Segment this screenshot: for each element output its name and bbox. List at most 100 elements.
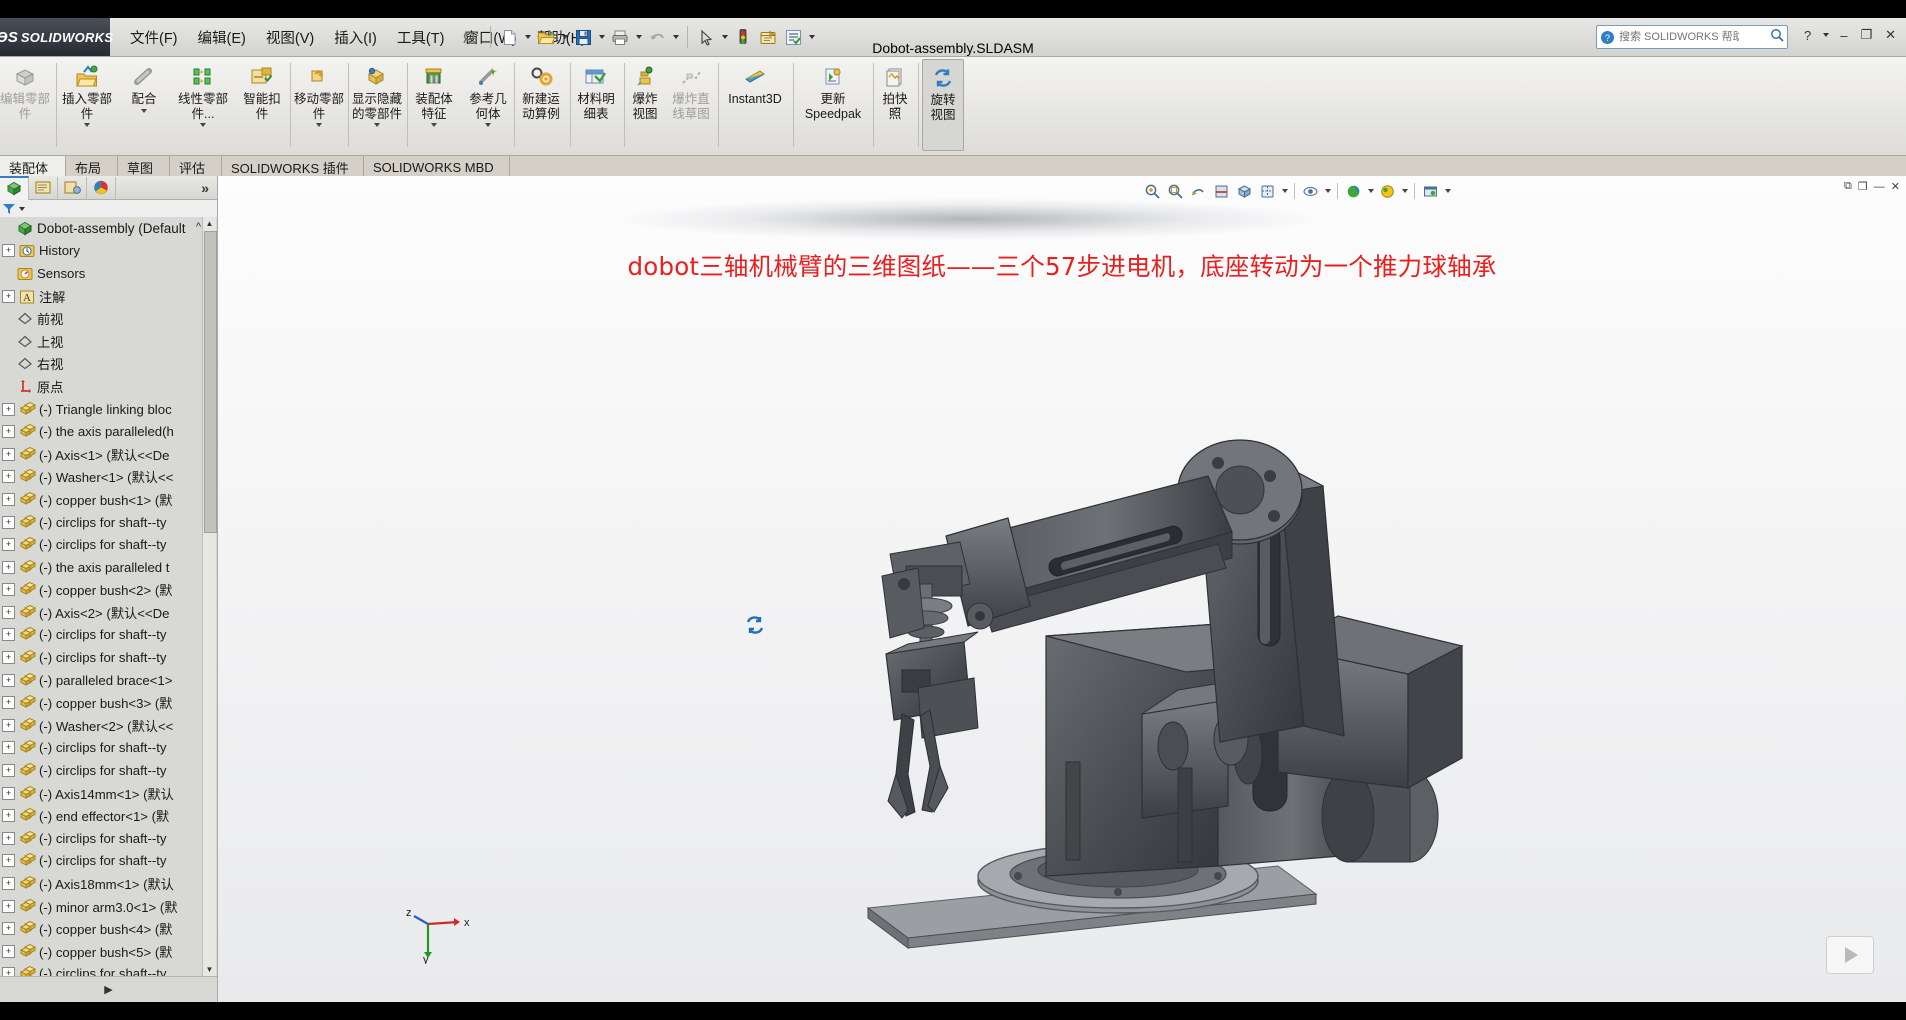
tree-expand-toggle[interactable]: + (2, 538, 15, 552)
tree-node[interactable]: + (-) circlips for shaft--ty (0, 759, 217, 782)
tree-node[interactable]: + (-) the axis paralleled t (0, 556, 217, 579)
tree-node[interactable]: + (-) circlips for shaft--ty (0, 533, 217, 556)
tree-node[interactable]: + (-) minor arm3.0<1> (默 (0, 895, 217, 918)
search-input[interactable] (1617, 30, 1741, 44)
chevron-down-icon[interactable] (431, 123, 437, 127)
tree-node[interactable]: + (-) circlips for shaft--ty (0, 511, 217, 534)
search-help-box[interactable]: ? (1596, 25, 1788, 49)
ribbon-new-motion-study[interactable]: 新建运动算例 (515, 59, 567, 151)
ribbon-bill-of-materials[interactable]: 材料明细表 (571, 59, 621, 151)
tree-scrollbar[interactable]: ▲ ▼ (202, 217, 217, 976)
feature-tree[interactable]: Dobot-assembly (Default + History Sensors + A… (0, 217, 217, 976)
tree-expand-toggle[interactable]: + (2, 764, 15, 778)
tree-node[interactable]: + A 注解 (0, 285, 217, 308)
ribbon-assembly-features[interactable]: 装配体特征 (408, 59, 460, 151)
tree-node[interactable]: + (-) Axis<1> (默认<<De (0, 443, 217, 466)
chevron-down-icon[interactable] (84, 123, 90, 127)
tree-node[interactable]: Sensors (0, 262, 217, 285)
tree-filter-bar[interactable] (0, 200, 217, 218)
tree-node[interactable]: + History (0, 240, 217, 263)
tree-node[interactable]: + (-) circlips for shaft--ty (0, 646, 217, 669)
dobot-assembly-model[interactable] (218, 176, 1906, 1002)
tree-node[interactable]: + (-) Axis<2> (默认<<De (0, 601, 217, 624)
chevron-down-icon[interactable] (316, 123, 322, 127)
tree-expand-toggle[interactable]: + (2, 470, 15, 484)
tree-horizontal-scrollbar[interactable]: ▶ (0, 976, 217, 1002)
chevron-down-icon[interactable] (200, 123, 206, 127)
chevron-down-icon[interactable] (485, 123, 491, 127)
tree-expand-toggle[interactable]: + (2, 289, 15, 303)
tree-expand-toggle[interactable]: + (2, 244, 15, 258)
chevron-down-icon[interactable] (141, 108, 147, 113)
tree-node[interactable]: + (-) copper bush<5> (默 (0, 940, 217, 963)
tree-node[interactable]: + (-) the axis paralleled(h (0, 420, 217, 443)
tree-node[interactable]: + (-) circlips for shaft--ty (0, 737, 217, 760)
filter-caret-icon[interactable] (19, 206, 25, 211)
tree-expand-toggle[interactable]: + (2, 899, 15, 913)
tree-node[interactable]: 前视 (0, 307, 217, 330)
ribbon-insert-component[interactable]: 插入零部件 (58, 59, 116, 151)
panel-more-tabs[interactable]: » (201, 180, 217, 196)
tree-expand-toggle[interactable]: + (2, 402, 15, 416)
tree-node[interactable]: + (-) copper bush<1> (默 (0, 488, 217, 511)
tree-expand-toggle[interactable]: + (2, 515, 15, 529)
tree-node[interactable]: + (-) copper bush<4> (默 (0, 917, 217, 940)
tree-expand-toggle[interactable]: + (2, 447, 15, 461)
ribbon-take-snapshot[interactable]: 拍快照 (874, 59, 916, 151)
ribbon-edit-component[interactable]: 编辑零部件 (0, 59, 56, 151)
tree-node[interactable]: + (-) Triangle linking bloc (0, 398, 217, 421)
tree-node[interactable]: Dobot-assembly (Default (0, 217, 217, 240)
help-caret[interactable] (1820, 23, 1831, 47)
tree-node[interactable]: + (-) end effector<1> (默 (0, 804, 217, 827)
tree-expand-toggle[interactable]: + (2, 831, 15, 845)
tree-expand-toggle[interactable]: + (2, 673, 15, 687)
tree-node[interactable]: + (-) copper bush<3> (默 (0, 691, 217, 714)
tree-node[interactable]: + (-) paralleled brace<1> (0, 669, 217, 692)
ribbon-mate[interactable]: 配合 (118, 59, 170, 151)
ribbon-update-speedpak[interactable]: 更新 Speedpak (794, 59, 872, 151)
tree-expand-toggle[interactable]: + (2, 809, 15, 823)
tree-node[interactable]: + (-) Axis18mm<1> (默认 (0, 872, 217, 895)
tree-expand-toggle[interactable]: + (2, 605, 15, 619)
tree-expand-toggle[interactable]: + (2, 944, 15, 958)
feature-manager-tab[interactable] (0, 175, 29, 200)
scroll-up-arrow[interactable]: ▲ (204, 218, 215, 229)
tree-expand-toggle[interactable]: + (2, 877, 15, 891)
ribbon-rotate-view[interactable]: 旋转视图 (922, 59, 964, 151)
property-manager-tab[interactable] (29, 176, 58, 199)
tab-sketch[interactable]: 草图 (118, 156, 170, 178)
tree-expand-toggle[interactable]: + (2, 628, 15, 642)
tree-node[interactable]: + (-) circlips for shaft--ty (0, 850, 217, 873)
tab-solidworks-addins[interactable]: SOLIDWORKS 插件 (222, 156, 364, 178)
close-button[interactable]: ✕ (1881, 26, 1900, 44)
tree-expand-toggle[interactable]: + (2, 425, 15, 439)
tree-expand-toggle[interactable]: + (2, 854, 15, 868)
restore-button[interactable]: ❐ (1856, 26, 1876, 44)
display-manager-tab[interactable] (87, 176, 116, 199)
tree-expand-toggle[interactable]: + (2, 967, 15, 976)
ribbon-show-hidden-components[interactable]: 显示隐藏的零部件 (349, 59, 405, 151)
tree-node[interactable]: + (-) Washer<1> (默认<< (0, 466, 217, 489)
tree-node[interactable]: + (-) copper bush<2> (默 (0, 579, 217, 602)
tree-node[interactable]: + (-) Axis14mm<1> (默认 (0, 782, 217, 805)
tree-expand-toggle[interactable]: + (2, 583, 15, 597)
tree-expand-toggle[interactable]: + (2, 560, 15, 574)
scroll-thumb[interactable] (204, 231, 217, 533)
tab-evaluate[interactable]: 评估 (170, 156, 222, 178)
tree-root-collapse-icon[interactable]: ^ (196, 221, 201, 233)
tree-node[interactable]: + (-) Washer<2> (默认<< (0, 714, 217, 737)
tree-expand-toggle[interactable]: + (2, 922, 15, 936)
minimize-button[interactable]: – (1836, 27, 1851, 44)
scroll-down-arrow[interactable]: ▼ (204, 964, 215, 975)
ribbon-smart-fasteners[interactable]: 智能扣件 (236, 59, 288, 151)
tree-expand-toggle[interactable]: + (2, 718, 15, 732)
tree-expand-toggle[interactable]: + (2, 696, 15, 710)
tree-node[interactable]: 上视 (0, 330, 217, 353)
ribbon-instant3d[interactable]: Instant3D (719, 59, 791, 151)
help-button[interactable]: ? (1800, 27, 1815, 44)
chevron-down-icon[interactable] (374, 123, 380, 127)
ribbon-explode-line-sketch[interactable]: 爆炸直线草图 (666, 59, 716, 151)
tree-node[interactable]: + (-) circlips for shaft--ty (0, 827, 217, 850)
scroll-right-arrow[interactable]: ▶ (104, 983, 112, 996)
tree-expand-toggle[interactable]: + (2, 741, 15, 755)
